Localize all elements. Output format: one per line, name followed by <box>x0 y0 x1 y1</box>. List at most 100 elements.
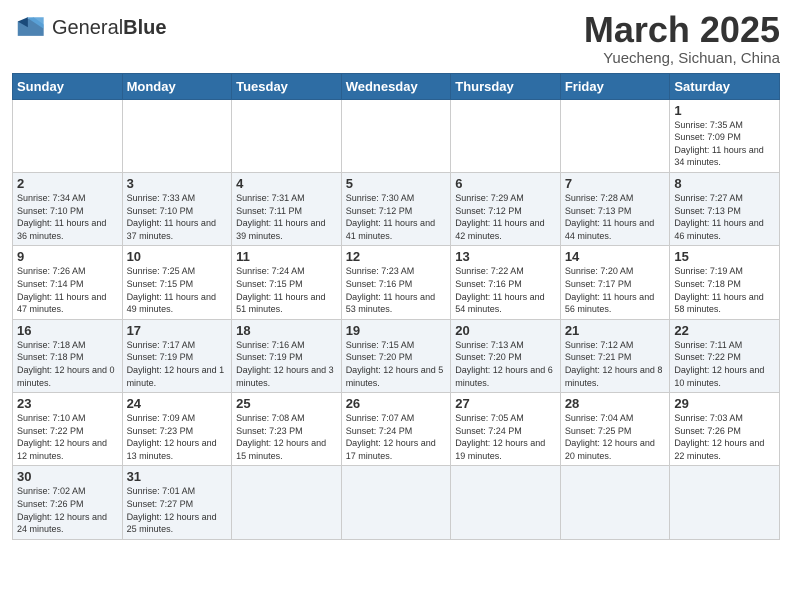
day-info: Sunrise: 7:10 AMSunset: 7:22 PMDaylight:… <box>17 412 118 462</box>
day-info: Sunrise: 7:01 AMSunset: 7:27 PMDaylight:… <box>127 485 228 535</box>
logo-text: GeneralBlue <box>52 18 167 38</box>
calendar-day-cell: 19Sunrise: 7:15 AMSunset: 7:20 PMDayligh… <box>341 319 451 392</box>
day-info: Sunrise: 7:25 AMSunset: 7:15 PMDaylight:… <box>127 265 228 315</box>
calendar-day-cell: 2Sunrise: 7:34 AMSunset: 7:10 PMDaylight… <box>13 172 123 245</box>
calendar-week-row: 30Sunrise: 7:02 AMSunset: 7:26 PMDayligh… <box>13 466 780 539</box>
day-info: Sunrise: 7:28 AMSunset: 7:13 PMDaylight:… <box>565 192 666 242</box>
day-info: Sunrise: 7:26 AMSunset: 7:14 PMDaylight:… <box>17 265 118 315</box>
calendar-day-cell: 11Sunrise: 7:24 AMSunset: 7:15 PMDayligh… <box>232 246 342 319</box>
day-number: 30 <box>17 469 118 484</box>
calendar-day-cell <box>670 466 780 539</box>
calendar-day-cell: 23Sunrise: 7:10 AMSunset: 7:22 PMDayligh… <box>13 393 123 466</box>
calendar-day-cell <box>560 99 670 172</box>
day-number: 8 <box>674 176 775 191</box>
weekday-header-cell: Wednesday <box>341 73 451 99</box>
calendar-day-cell <box>451 99 561 172</box>
calendar-day-cell: 10Sunrise: 7:25 AMSunset: 7:15 PMDayligh… <box>122 246 232 319</box>
day-number: 5 <box>346 176 447 191</box>
day-info: Sunrise: 7:07 AMSunset: 7:24 PMDaylight:… <box>346 412 447 462</box>
calendar-day-cell: 5Sunrise: 7:30 AMSunset: 7:12 PMDaylight… <box>341 172 451 245</box>
calendar-day-cell: 26Sunrise: 7:07 AMSunset: 7:24 PMDayligh… <box>341 393 451 466</box>
month-title: March 2025 <box>584 10 780 50</box>
calendar-day-cell <box>13 99 123 172</box>
day-number: 19 <box>346 323 447 338</box>
calendar-day-cell: 20Sunrise: 7:13 AMSunset: 7:20 PMDayligh… <box>451 319 561 392</box>
calendar-week-row: 2Sunrise: 7:34 AMSunset: 7:10 PMDaylight… <box>13 172 780 245</box>
calendar-day-cell: 15Sunrise: 7:19 AMSunset: 7:18 PMDayligh… <box>670 246 780 319</box>
title-block: March 2025 Yuecheng, Sichuan, China <box>584 10 780 67</box>
weekday-header-cell: Monday <box>122 73 232 99</box>
day-info: Sunrise: 7:04 AMSunset: 7:25 PMDaylight:… <box>565 412 666 462</box>
day-info: Sunrise: 7:33 AMSunset: 7:10 PMDaylight:… <box>127 192 228 242</box>
day-number: 2 <box>17 176 118 191</box>
day-info: Sunrise: 7:27 AMSunset: 7:13 PMDaylight:… <box>674 192 775 242</box>
day-number: 9 <box>17 249 118 264</box>
day-info: Sunrise: 7:15 AMSunset: 7:20 PMDaylight:… <box>346 339 447 389</box>
day-info: Sunrise: 7:18 AMSunset: 7:18 PMDaylight:… <box>17 339 118 389</box>
day-number: 3 <box>127 176 228 191</box>
day-info: Sunrise: 7:31 AMSunset: 7:11 PMDaylight:… <box>236 192 337 242</box>
calendar-day-cell: 8Sunrise: 7:27 AMSunset: 7:13 PMDaylight… <box>670 172 780 245</box>
day-number: 23 <box>17 396 118 411</box>
day-number: 10 <box>127 249 228 264</box>
calendar-day-cell: 4Sunrise: 7:31 AMSunset: 7:11 PMDaylight… <box>232 172 342 245</box>
calendar-day-cell: 31Sunrise: 7:01 AMSunset: 7:27 PMDayligh… <box>122 466 232 539</box>
location-subtitle: Yuecheng, Sichuan, China <box>584 50 780 67</box>
calendar-day-cell: 21Sunrise: 7:12 AMSunset: 7:21 PMDayligh… <box>560 319 670 392</box>
day-info: Sunrise: 7:16 AMSunset: 7:19 PMDaylight:… <box>236 339 337 389</box>
day-number: 7 <box>565 176 666 191</box>
calendar-day-cell <box>341 99 451 172</box>
day-number: 1 <box>674 103 775 118</box>
weekday-header-cell: Sunday <box>13 73 123 99</box>
calendar-day-cell: 22Sunrise: 7:11 AMSunset: 7:22 PMDayligh… <box>670 319 780 392</box>
header: GeneralBlue March 2025 Yuecheng, Sichuan… <box>12 10 780 67</box>
calendar-day-cell <box>341 466 451 539</box>
day-info: Sunrise: 7:09 AMSunset: 7:23 PMDaylight:… <box>127 412 228 462</box>
day-number: 22 <box>674 323 775 338</box>
weekday-header-cell: Tuesday <box>232 73 342 99</box>
day-number: 29 <box>674 396 775 411</box>
day-number: 12 <box>346 249 447 264</box>
day-info: Sunrise: 7:13 AMSunset: 7:20 PMDaylight:… <box>455 339 556 389</box>
day-info: Sunrise: 7:11 AMSunset: 7:22 PMDaylight:… <box>674 339 775 389</box>
calendar-day-cell: 6Sunrise: 7:29 AMSunset: 7:12 PMDaylight… <box>451 172 561 245</box>
calendar-day-cell: 7Sunrise: 7:28 AMSunset: 7:13 PMDaylight… <box>560 172 670 245</box>
calendar-week-row: 23Sunrise: 7:10 AMSunset: 7:22 PMDayligh… <box>13 393 780 466</box>
day-info: Sunrise: 7:23 AMSunset: 7:16 PMDaylight:… <box>346 265 447 315</box>
day-number: 20 <box>455 323 556 338</box>
logo: GeneralBlue <box>12 14 167 42</box>
day-info: Sunrise: 7:17 AMSunset: 7:19 PMDaylight:… <box>127 339 228 389</box>
day-number: 27 <box>455 396 556 411</box>
day-number: 11 <box>236 249 337 264</box>
day-number: 21 <box>565 323 666 338</box>
weekday-header-row: SundayMondayTuesdayWednesdayThursdayFrid… <box>13 73 780 99</box>
calendar-day-cell: 9Sunrise: 7:26 AMSunset: 7:14 PMDaylight… <box>13 246 123 319</box>
day-info: Sunrise: 7:20 AMSunset: 7:17 PMDaylight:… <box>565 265 666 315</box>
calendar-day-cell: 28Sunrise: 7:04 AMSunset: 7:25 PMDayligh… <box>560 393 670 466</box>
calendar-week-row: 16Sunrise: 7:18 AMSunset: 7:18 PMDayligh… <box>13 319 780 392</box>
day-info: Sunrise: 7:12 AMSunset: 7:21 PMDaylight:… <box>565 339 666 389</box>
day-number: 15 <box>674 249 775 264</box>
day-info: Sunrise: 7:30 AMSunset: 7:12 PMDaylight:… <box>346 192 447 242</box>
day-number: 26 <box>346 396 447 411</box>
calendar-day-cell: 3Sunrise: 7:33 AMSunset: 7:10 PMDaylight… <box>122 172 232 245</box>
calendar-table: SundayMondayTuesdayWednesdayThursdayFrid… <box>12 73 780 540</box>
day-info: Sunrise: 7:08 AMSunset: 7:23 PMDaylight:… <box>236 412 337 462</box>
day-info: Sunrise: 7:35 AMSunset: 7:09 PMDaylight:… <box>674 119 775 169</box>
calendar-day-cell: 29Sunrise: 7:03 AMSunset: 7:26 PMDayligh… <box>670 393 780 466</box>
weekday-header-cell: Thursday <box>451 73 561 99</box>
calendar-week-row: 1Sunrise: 7:35 AMSunset: 7:09 PMDaylight… <box>13 99 780 172</box>
calendar-body: 1Sunrise: 7:35 AMSunset: 7:09 PMDaylight… <box>13 99 780 539</box>
day-info: Sunrise: 7:24 AMSunset: 7:15 PMDaylight:… <box>236 265 337 315</box>
day-info: Sunrise: 7:05 AMSunset: 7:24 PMDaylight:… <box>455 412 556 462</box>
day-info: Sunrise: 7:19 AMSunset: 7:18 PMDaylight:… <box>674 265 775 315</box>
calendar-day-cell <box>451 466 561 539</box>
calendar-week-row: 9Sunrise: 7:26 AMSunset: 7:14 PMDaylight… <box>13 246 780 319</box>
calendar-day-cell: 14Sunrise: 7:20 AMSunset: 7:17 PMDayligh… <box>560 246 670 319</box>
day-number: 31 <box>127 469 228 484</box>
day-info: Sunrise: 7:34 AMSunset: 7:10 PMDaylight:… <box>17 192 118 242</box>
day-number: 14 <box>565 249 666 264</box>
day-number: 28 <box>565 396 666 411</box>
calendar-day-cell: 18Sunrise: 7:16 AMSunset: 7:19 PMDayligh… <box>232 319 342 392</box>
calendar-day-cell: 17Sunrise: 7:17 AMSunset: 7:19 PMDayligh… <box>122 319 232 392</box>
